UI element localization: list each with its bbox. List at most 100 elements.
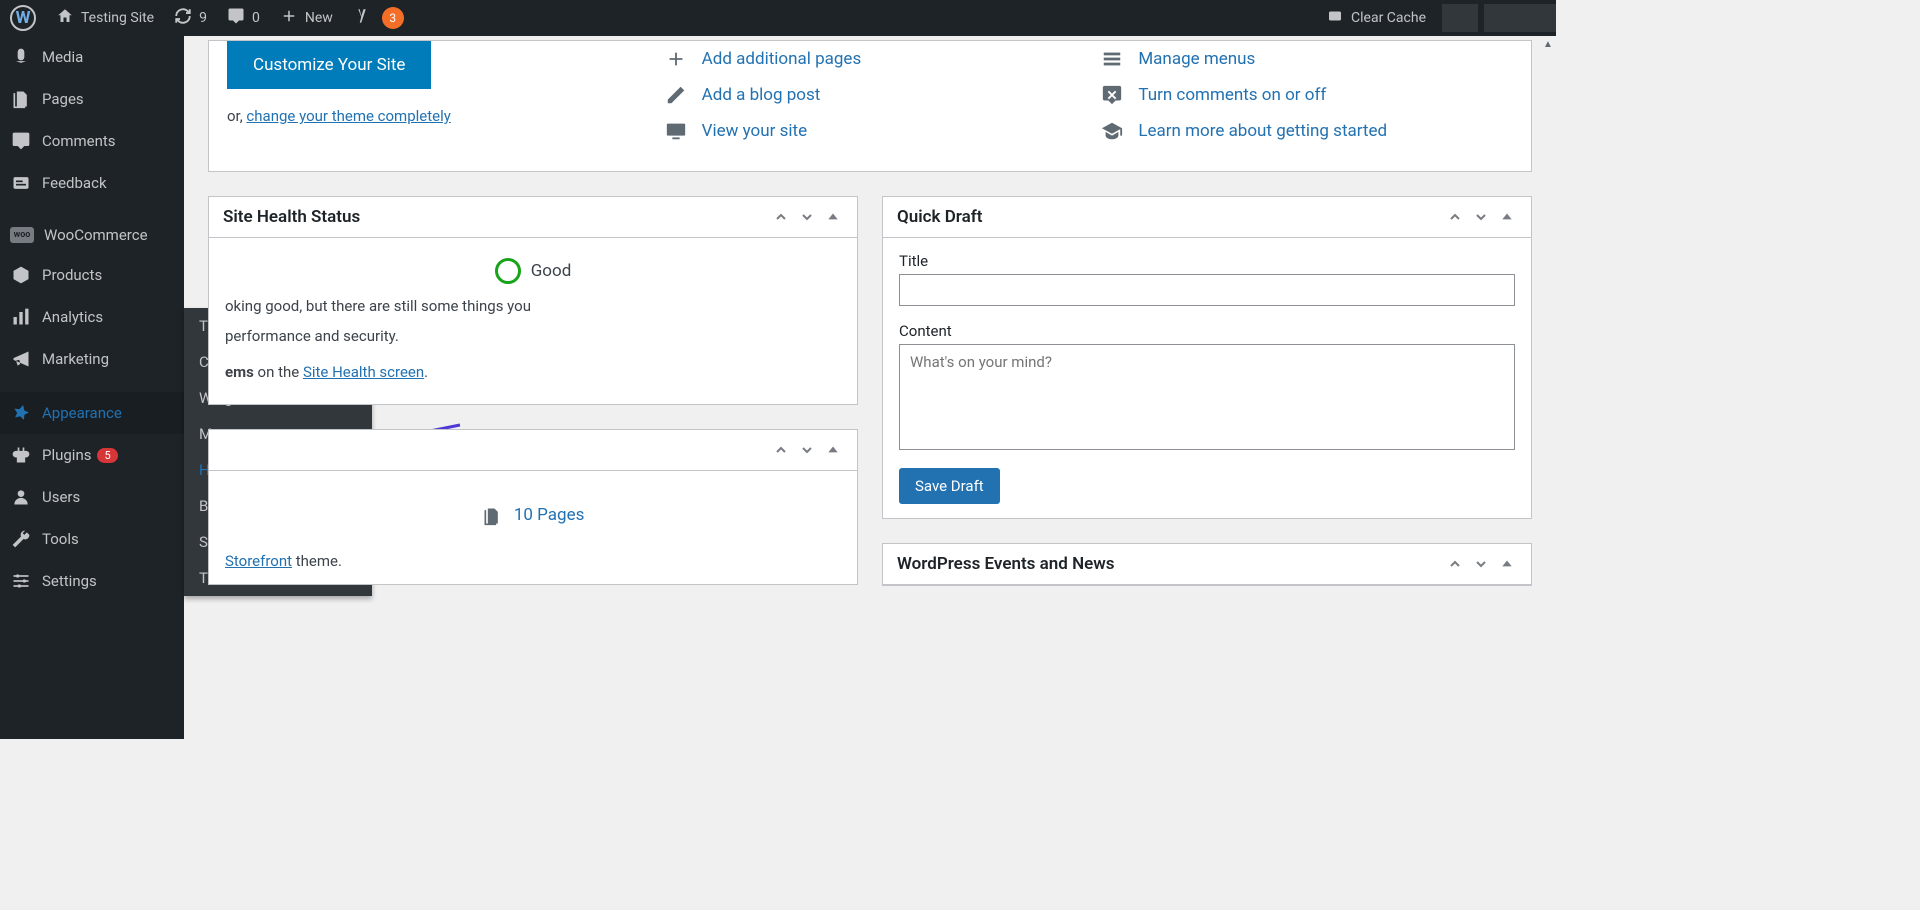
- customize-site-button[interactable]: Customize Your Site: [227, 41, 431, 89]
- sidebar-item-analytics[interactable]: Analytics: [0, 296, 184, 338]
- toolbar-placeholder-2[interactable]: [1484, 4, 1556, 32]
- toggle-icon[interactable]: [1497, 207, 1517, 227]
- sidebar-label: Products: [42, 266, 102, 284]
- toolbar-placeholder-1[interactable]: [1442, 4, 1478, 32]
- sidebar-item-settings[interactable]: Settings: [0, 560, 184, 602]
- move-up-icon[interactable]: [771, 440, 791, 460]
- save-draft-button[interactable]: Save Draft: [899, 468, 1000, 504]
- plugins-count: 5: [97, 448, 117, 463]
- sidebar-item-appearance[interactable]: Appearance: [0, 392, 184, 434]
- marketing-icon: [10, 348, 32, 370]
- plus-icon: [664, 47, 688, 71]
- menu-icon: [1100, 47, 1124, 71]
- comments-icon: [10, 130, 32, 152]
- sidebar-label: Media: [42, 48, 83, 66]
- quick-draft-title: Quick Draft: [897, 207, 982, 227]
- yoast[interactable]: 3: [343, 0, 414, 36]
- content-label: Content: [899, 322, 1515, 340]
- welcome-link-add-pages[interactable]: Add additional pages: [664, 41, 1077, 77]
- analytics-icon: [10, 306, 32, 328]
- dashboard-main: Customize Your Site or, change your them…: [184, 36, 1556, 739]
- sidebar-item-tools[interactable]: Tools: [0, 518, 184, 560]
- wp-logo[interactable]: W: [0, 0, 46, 36]
- toggle-icon[interactable]: [823, 207, 843, 227]
- sidebar-item-users[interactable]: Users: [0, 476, 184, 518]
- write-icon: [664, 83, 688, 107]
- draft-content-textarea[interactable]: [899, 344, 1515, 450]
- move-down-icon[interactable]: [1471, 207, 1491, 227]
- sidebar-item-marketing[interactable]: Marketing: [0, 338, 184, 380]
- clear-cache[interactable]: Clear Cache: [1316, 0, 1436, 36]
- theme-line: Storefront theme.: [225, 546, 841, 570]
- title-label: Title: [899, 252, 1515, 270]
- sidebar-label: Tools: [42, 530, 79, 548]
- draft-title-input[interactable]: [899, 274, 1515, 306]
- quick-draft-box: Quick Draft Title Content Save Draft: [882, 196, 1532, 519]
- monitor-icon: [664, 119, 688, 143]
- toggle-icon[interactable]: [1497, 554, 1517, 574]
- welcome-link-menus[interactable]: Manage menus: [1100, 41, 1513, 77]
- welcome-link-comments[interactable]: Turn comments on or off: [1100, 77, 1513, 113]
- sidebar-item-pages[interactable]: Pages: [0, 78, 184, 120]
- sidebar-label: Marketing: [42, 350, 109, 368]
- tools-icon: [10, 528, 32, 550]
- events-news-box: WordPress Events and News: [882, 543, 1532, 586]
- sidebar-item-media[interactable]: Media: [0, 36, 184, 78]
- sidebar-item-comments[interactable]: Comments: [0, 120, 184, 162]
- comments[interactable]: 0: [217, 0, 270, 36]
- sidebar-label: Analytics: [42, 308, 103, 326]
- theme-link[interactable]: Storefront: [225, 552, 292, 570]
- move-up-icon[interactable]: [1445, 207, 1465, 227]
- health-text-2: performance and security.: [225, 324, 841, 348]
- refresh-icon: [174, 7, 192, 29]
- welcome-link-learn[interactable]: Learn more about getting started: [1100, 113, 1513, 149]
- move-down-icon[interactable]: [797, 440, 817, 460]
- site-name: Testing Site: [81, 10, 154, 26]
- site-health-link[interactable]: Site Health screen: [303, 363, 424, 381]
- toggle-icon[interactable]: [823, 440, 843, 460]
- at-a-glance-box: . 10 Pages Storefront theme.: [208, 429, 858, 585]
- scroll-up-icon[interactable]: ▲: [1540, 36, 1556, 52]
- welcome-link-add-post[interactable]: Add a blog post: [664, 77, 1077, 113]
- updates[interactable]: 9: [164, 0, 217, 36]
- graduation-icon: [1100, 119, 1124, 143]
- admin-sidebar: Media Pages Comments Feedback woo WooCom…: [0, 36, 184, 739]
- sidebar-label: WooCommerce: [44, 226, 148, 244]
- sidebar-item-products[interactable]: Products: [0, 254, 184, 296]
- sidebar-label: Plugins: [42, 446, 91, 464]
- sidebar-label: Pages: [42, 90, 84, 108]
- move-down-icon[interactable]: [797, 207, 817, 227]
- comment-off-icon: [1100, 83, 1124, 107]
- change-theme-link[interactable]: change your theme completely: [246, 107, 450, 125]
- sidebar-item-feedback[interactable]: Feedback: [0, 162, 184, 204]
- plugins-icon: [10, 444, 32, 466]
- cache-icon: [1326, 7, 1344, 29]
- updates-count: 9: [199, 10, 207, 26]
- welcome-link-view-site[interactable]: View your site: [664, 113, 1077, 149]
- health-status: Good: [225, 252, 841, 294]
- pages-count: 10 Pages: [225, 485, 841, 546]
- welcome-panel: Customize Your Site or, change your them…: [208, 40, 1532, 172]
- change-theme-line: or, change your theme completely: [227, 107, 640, 125]
- site-health-title: Site Health Status: [223, 207, 360, 227]
- move-up-icon[interactable]: [1445, 554, 1465, 574]
- yoast-badge: 3: [382, 7, 404, 29]
- pages-link[interactable]: 10 Pages: [514, 505, 585, 525]
- yoast-icon: [353, 7, 371, 29]
- new-content[interactable]: New: [270, 0, 343, 36]
- products-icon: [10, 264, 32, 286]
- health-text-3: ems on the Site Health screen.: [225, 360, 841, 384]
- health-ring-icon: [495, 258, 521, 284]
- sidebar-item-plugins[interactable]: Plugins 5: [0, 434, 184, 476]
- new-label: New: [305, 10, 333, 26]
- move-down-icon[interactable]: [1471, 554, 1491, 574]
- sidebar-label: Users: [42, 488, 80, 506]
- appearance-icon: [10, 402, 32, 424]
- site-home[interactable]: Testing Site: [46, 0, 164, 36]
- health-text-1: oking good, but there are still some thi…: [225, 294, 841, 318]
- move-up-icon[interactable]: [771, 207, 791, 227]
- sidebar-item-woocommerce[interactable]: woo WooCommerce: [0, 216, 184, 254]
- vertical-scrollbar[interactable]: ▲: [1540, 36, 1556, 739]
- admin-toolbar: W Testing Site 9 0 New: [0, 0, 1556, 36]
- wordpress-icon: W: [10, 5, 36, 31]
